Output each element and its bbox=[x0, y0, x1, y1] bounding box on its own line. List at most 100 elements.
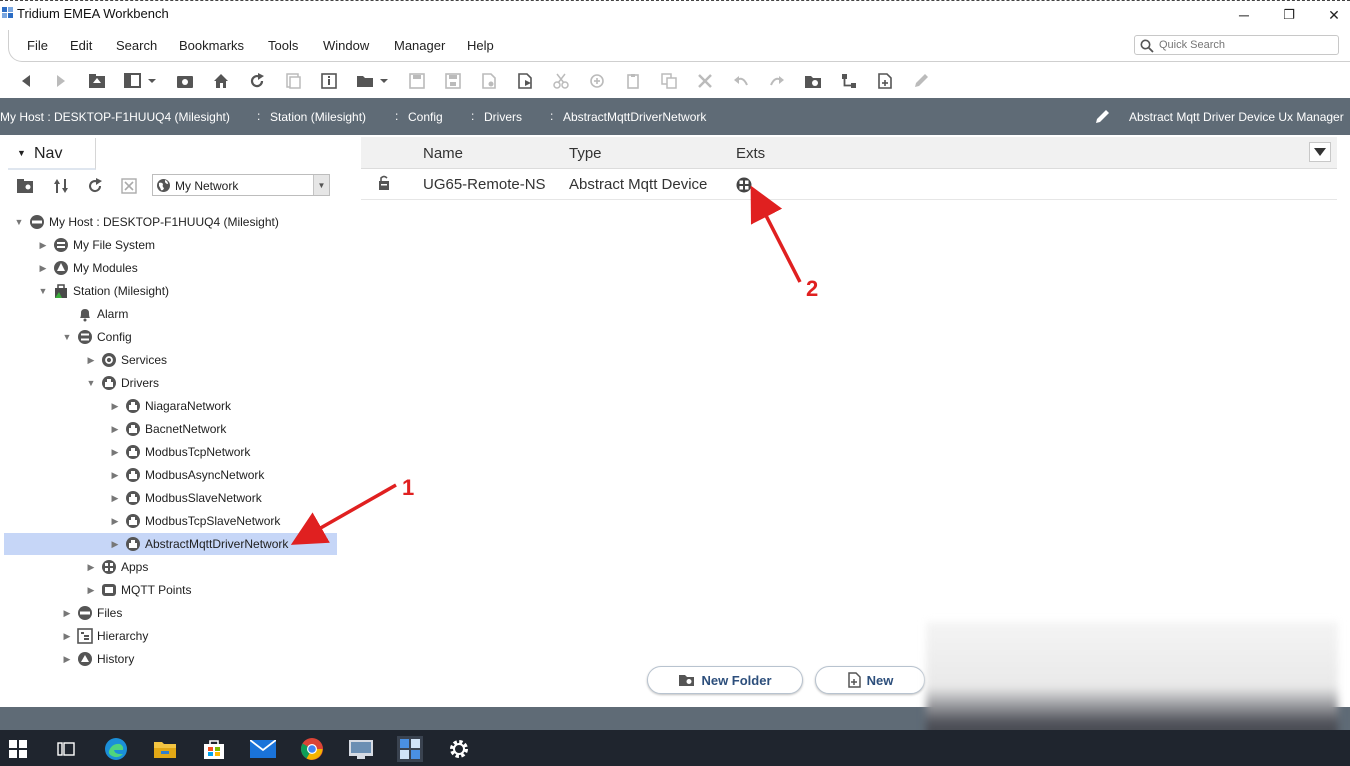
menu-search[interactable]: Search bbox=[116, 38, 157, 53]
expand-arrow-icon[interactable]: ▶ bbox=[108, 424, 122, 435]
view-selector[interactable]: Abstract Mqtt Driver Device Ux Manager bbox=[1129, 110, 1344, 124]
tree-node[interactable]: ▶ Apps bbox=[84, 556, 148, 578]
extensions-icon[interactable] bbox=[736, 177, 752, 193]
expand-arrow-icon[interactable]: ▶ bbox=[108, 447, 122, 458]
file-explorer-icon[interactable] bbox=[152, 736, 178, 762]
collapse-arrow-icon[interactable]: ▼ bbox=[12, 217, 26, 227]
tree-node[interactable]: ▶ ModbusSlaveNetwork bbox=[108, 487, 262, 509]
collapse-arrow-icon[interactable]: ▼ bbox=[84, 378, 98, 388]
table-row[interactable]: UG65-Remote-NS Abstract Mqtt Device bbox=[361, 169, 1337, 200]
expand-arrow-icon[interactable]: ▶ bbox=[36, 240, 50, 251]
breadcrumb-config[interactable]: Config bbox=[408, 110, 443, 124]
dropdown-arrow-icon[interactable]: ▼ bbox=[313, 175, 329, 195]
store-icon[interactable] bbox=[201, 736, 227, 762]
edge-icon[interactable] bbox=[103, 736, 129, 762]
properties-icon[interactable] bbox=[318, 71, 340, 91]
history-icon[interactable] bbox=[282, 71, 304, 91]
edit-icon[interactable] bbox=[910, 71, 932, 91]
expand-arrow-icon[interactable]: ▶ bbox=[84, 585, 98, 596]
new-tab-icon[interactable] bbox=[14, 176, 36, 196]
quick-search[interactable] bbox=[1134, 35, 1339, 55]
caret-down-icon[interactable]: ▼ bbox=[17, 148, 26, 158]
breadcrumb-station[interactable]: Station (Milesight) bbox=[270, 110, 366, 124]
breadcrumb-host[interactable]: My Host : DESKTOP-F1HUUQ4 (Milesight) bbox=[0, 110, 230, 124]
task-view-icon[interactable] bbox=[53, 736, 79, 762]
new-file-icon[interactable] bbox=[874, 71, 896, 91]
refresh-tree-icon[interactable] bbox=[84, 176, 106, 196]
up-level-icon[interactable] bbox=[86, 71, 108, 91]
expand-arrow-icon[interactable]: ▶ bbox=[60, 654, 74, 665]
sync-icon[interactable] bbox=[50, 176, 72, 196]
column-header-name[interactable]: Name bbox=[423, 145, 463, 162]
collapse-arrow-icon[interactable]: ▼ bbox=[36, 286, 50, 296]
tree-node[interactable]: ▶ ModbusTcpNetwork bbox=[108, 441, 250, 463]
refresh-icon[interactable] bbox=[174, 71, 196, 91]
menu-manager[interactable]: Manager bbox=[394, 38, 445, 53]
remote-desktop-icon[interactable] bbox=[348, 736, 374, 762]
column-header-type[interactable]: Type bbox=[569, 145, 602, 162]
workbench-icon[interactable] bbox=[397, 736, 423, 762]
expand-arrow-icon[interactable]: ▶ bbox=[60, 608, 74, 619]
nav-tab[interactable]: ▼ Nav bbox=[8, 138, 96, 170]
save-all-icon[interactable] bbox=[442, 71, 464, 91]
menu-file[interactable]: File bbox=[27, 38, 48, 53]
minimize-button[interactable]: ─ bbox=[1226, 4, 1262, 26]
close-button[interactable]: ✕ bbox=[1316, 4, 1350, 26]
column-chooser-button[interactable] bbox=[1309, 142, 1331, 162]
tree-node[interactable]: ▶ My Modules bbox=[36, 257, 138, 279]
undo-icon[interactable] bbox=[730, 71, 752, 91]
expand-arrow-icon[interactable]: ▶ bbox=[84, 562, 98, 573]
expand-arrow-icon[interactable]: ▶ bbox=[108, 470, 122, 481]
expand-arrow-icon[interactable]: ▶ bbox=[36, 263, 50, 274]
menu-bookmarks[interactable]: Bookmarks bbox=[179, 38, 244, 53]
tree-node[interactable]: ▶ BacnetNetwork bbox=[108, 418, 226, 440]
delete-icon[interactable] bbox=[694, 71, 716, 91]
breadcrumb-drivers[interactable]: Drivers bbox=[484, 110, 522, 124]
chrome-icon[interactable] bbox=[299, 736, 325, 762]
side-bar-icon[interactable] bbox=[122, 71, 158, 91]
expand-arrow-icon[interactable]: ▶ bbox=[108, 493, 122, 504]
tree-node[interactable]: ▼ Drivers bbox=[84, 372, 159, 394]
tree-node[interactable]: ▼ Station (Milesight) bbox=[36, 280, 169, 302]
tree-node[interactable]: ▼ My Host : DESKTOP-F1HUUQ4 (Milesight) bbox=[12, 211, 279, 233]
close-tree-icon[interactable] bbox=[118, 176, 140, 196]
open-icon[interactable] bbox=[354, 71, 390, 91]
menu-edit[interactable]: Edit bbox=[70, 38, 92, 53]
expand-arrow-icon[interactable]: ▶ bbox=[108, 539, 122, 550]
tree-node[interactable]: ▼ Config bbox=[60, 326, 132, 348]
tree-node[interactable]: ▶ ModbusTcpSlaveNetwork bbox=[108, 510, 280, 532]
quick-search-input[interactable] bbox=[1159, 37, 1334, 53]
menu-tools[interactable]: Tools bbox=[268, 38, 298, 53]
home-icon[interactable] bbox=[210, 71, 232, 91]
settings-icon[interactable] bbox=[446, 736, 472, 762]
reload-icon[interactable] bbox=[246, 71, 268, 91]
tree-node[interactable]: ▶ Services bbox=[84, 349, 167, 371]
expand-arrow-icon[interactable]: ▶ bbox=[108, 401, 122, 412]
menu-help[interactable]: Help bbox=[467, 38, 494, 53]
tree-node[interactable]: ▶ ModbusAsyncNetwork bbox=[108, 464, 264, 486]
restore-button[interactable]: ❐ bbox=[1271, 4, 1307, 26]
redo-icon[interactable] bbox=[766, 71, 788, 91]
new-device-button[interactable]: New bbox=[815, 666, 925, 694]
new-folder-button[interactable]: New Folder bbox=[647, 666, 803, 694]
menu-window[interactable]: Window bbox=[323, 38, 369, 53]
paste-icon[interactable] bbox=[622, 71, 644, 91]
link-icon[interactable] bbox=[838, 71, 860, 91]
save-bog-icon[interactable] bbox=[478, 71, 500, 91]
copy-icon[interactable] bbox=[586, 71, 608, 91]
forward-icon[interactable] bbox=[50, 71, 72, 91]
nav-root-select[interactable]: My Network ▼ bbox=[152, 174, 330, 196]
tree-node[interactable]: Alarm bbox=[60, 303, 128, 325]
mail-icon[interactable] bbox=[250, 736, 276, 762]
expand-arrow-icon[interactable]: ▶ bbox=[60, 631, 74, 642]
duplicate-icon[interactable] bbox=[658, 71, 680, 91]
tree-node[interactable]: ▶ My File System bbox=[36, 234, 155, 256]
tree-node[interactable]: ▶ Hierarchy bbox=[60, 625, 148, 647]
save-icon[interactable] bbox=[406, 71, 428, 91]
tree-node[interactable]: ▶ Files bbox=[60, 602, 122, 624]
pencil-icon[interactable] bbox=[1095, 108, 1111, 124]
tree-node[interactable]: ▶ NiagaraNetwork bbox=[108, 395, 231, 417]
export-icon[interactable] bbox=[514, 71, 536, 91]
collapse-arrow-icon[interactable]: ▼ bbox=[60, 332, 74, 342]
column-header-exts[interactable]: Exts bbox=[736, 145, 765, 162]
